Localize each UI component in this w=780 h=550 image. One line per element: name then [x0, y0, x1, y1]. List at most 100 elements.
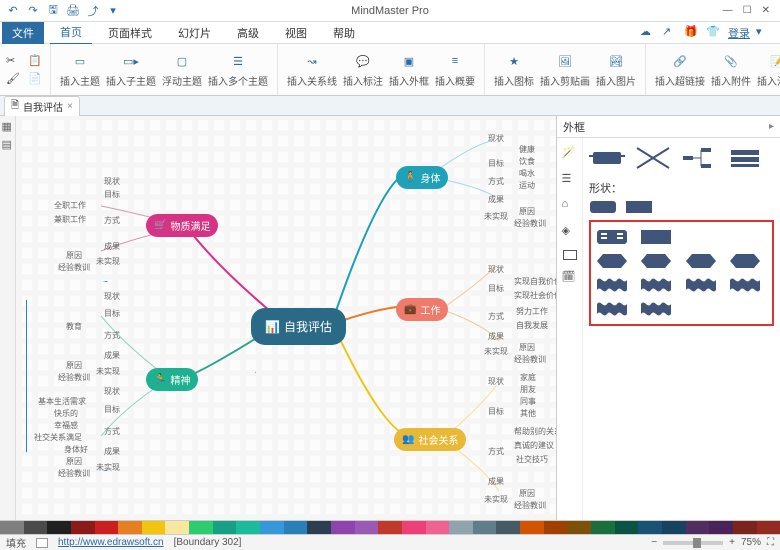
color-swatch[interactable] [496, 521, 520, 534]
leaf[interactable]: 未实现 [484, 346, 508, 357]
leaf[interactable]: 快乐的 [54, 408, 78, 419]
redo-icon[interactable]: ↷ [26, 4, 40, 18]
leaf[interactable]: 成果 [488, 331, 504, 342]
minimize-button[interactable]: — [723, 5, 733, 16]
home-icon[interactable]: ⌂ [562, 198, 578, 214]
color-swatch[interactable] [260, 521, 284, 534]
shape-opt[interactable] [595, 276, 629, 294]
branch-social[interactable]: 👥社会关系 [394, 428, 466, 451]
cut-icon[interactable]: ✂ [6, 54, 22, 68]
leaf[interactable]: 未实现 [484, 494, 508, 505]
leaf[interactable]: 成果 [104, 241, 120, 252]
leaf[interactable]: 现状 [104, 291, 120, 302]
shape-rect[interactable] [625, 200, 653, 214]
color-swatch[interactable] [71, 521, 95, 534]
leaf[interactable]: 成果 [104, 446, 120, 457]
color-swatch[interactable] [449, 521, 473, 534]
color-swatch-bar[interactable] [0, 520, 780, 534]
shape-opt[interactable] [728, 228, 762, 246]
leaf[interactable]: 幸福感 [54, 420, 78, 431]
chevron-down-icon[interactable]: ▾ [756, 25, 772, 41]
leaf[interactable]: 教育 [66, 321, 82, 332]
leaf[interactable]: 健康 [519, 144, 535, 155]
color-swatch[interactable] [686, 521, 710, 534]
leaf[interactable]: 同事 [520, 396, 536, 407]
color-swatch[interactable] [567, 521, 591, 534]
leaf[interactable]: 原因 [519, 488, 535, 499]
leaf[interactable]: 家庭 [520, 372, 536, 383]
color-swatch[interactable] [24, 521, 48, 534]
insert-boundary-button[interactable]: ▣插入外框 [386, 51, 432, 88]
color-swatch[interactable] [213, 521, 237, 534]
print-icon[interactable]: 🖨 [66, 4, 80, 18]
copy-icon[interactable]: 📋 [28, 54, 44, 68]
leaf[interactable]: 真诚的建议 [514, 440, 554, 451]
paste-icon[interactable]: 📄 [28, 72, 44, 86]
panel-collapse-icon[interactable]: ▸ [769, 121, 774, 132]
color-swatch[interactable] [426, 521, 450, 534]
color-swatch[interactable] [331, 521, 355, 534]
central-topic[interactable]: 📊自我评估 [251, 308, 346, 345]
floating-topic-button[interactable]: ▢浮动主题 [159, 51, 205, 88]
leaf[interactable]: 帮助别的关系 [514, 426, 556, 437]
color-swatch[interactable] [355, 521, 379, 534]
leaf[interactable]: 现状 [488, 376, 504, 387]
branch-spirit[interactable]: 🏃精神 [146, 368, 198, 391]
leaf[interactable]: 经验教训 [514, 500, 546, 511]
insert-topic-button[interactable]: ▭插入主题 [57, 51, 103, 88]
leaf[interactable]: 原因 [66, 456, 82, 467]
layout-opt-4[interactable] [727, 146, 763, 170]
shape-opt[interactable] [639, 252, 673, 270]
color-swatch[interactable] [307, 521, 331, 534]
branch-work[interactable]: 💼工作 [396, 298, 448, 321]
tshirt-icon[interactable]: 👕 [706, 25, 722, 41]
leaf[interactable]: 兼职工作 [54, 214, 86, 225]
leaf[interactable]: 目标 [488, 283, 504, 294]
shape-opt[interactable] [595, 252, 629, 270]
leaf[interactable]: 目标 [488, 158, 504, 169]
leaf[interactable]: 自我发展 [516, 320, 548, 331]
shape-opt[interactable] [728, 252, 762, 270]
leaf[interactable]: 喝水 [519, 168, 535, 179]
leaf[interactable]: 其他 [520, 408, 536, 419]
color-swatch[interactable] [709, 521, 733, 534]
leaf[interactable]: 原因 [519, 206, 535, 217]
leaf[interactable]: 原因 [66, 360, 82, 371]
tab-home[interactable]: 首页 [50, 21, 92, 45]
shape-opt[interactable] [639, 300, 673, 318]
color-swatch[interactable] [189, 521, 213, 534]
tool2-icon[interactable]: ▤ [2, 138, 14, 150]
shape-opt[interactable] [684, 228, 718, 246]
leaf[interactable]: 目标 [104, 189, 120, 200]
wand-icon[interactable]: 🪄 [562, 146, 578, 162]
color-swatch[interactable] [733, 521, 757, 534]
color-swatch[interactable] [615, 521, 639, 534]
leaf[interactable]: 成果 [488, 476, 504, 487]
branch-material[interactable]: 🛒物质满足 [146, 214, 218, 237]
shape-opt[interactable] [595, 228, 629, 246]
insert-relation-button[interactable]: ↝插入关系线 [284, 51, 340, 88]
color-swatch[interactable] [236, 521, 260, 534]
close-tab-icon[interactable]: × [67, 101, 73, 112]
insert-attachment-button[interactable]: 📎插入附件 [708, 51, 754, 88]
color-swatch[interactable] [473, 521, 497, 534]
leaf[interactable]: 方式 [488, 311, 504, 322]
rect-icon[interactable] [563, 250, 577, 260]
shape-opt[interactable] [595, 300, 629, 318]
color-swatch[interactable] [142, 521, 166, 534]
status-url[interactable]: http://www.edrawsoft.cn [58, 537, 164, 548]
color-swatch[interactable] [520, 521, 544, 534]
tab-slides[interactable]: 幻灯片 [168, 22, 221, 44]
fill-color-swatch[interactable] [36, 538, 48, 548]
leaf[interactable]: 经验教训 [58, 262, 90, 273]
leaf[interactable]: 方式 [104, 330, 120, 341]
login-link[interactable]: 登录 [728, 25, 750, 41]
leaf[interactable]: 原因 [66, 250, 82, 261]
leaf[interactable]: 目标 [488, 406, 504, 417]
insert-callout-button[interactable]: 💬插入标注 [340, 51, 386, 88]
document-tab[interactable]: 🗎 自我评估 × [4, 96, 80, 116]
leaf[interactable]: 经验教训 [58, 372, 90, 383]
zoom-out-icon[interactable]: − [651, 537, 657, 548]
maximize-button[interactable]: ☐ [743, 5, 752, 16]
insert-subtopic-button[interactable]: ▭▸插入子主题 [103, 51, 159, 88]
